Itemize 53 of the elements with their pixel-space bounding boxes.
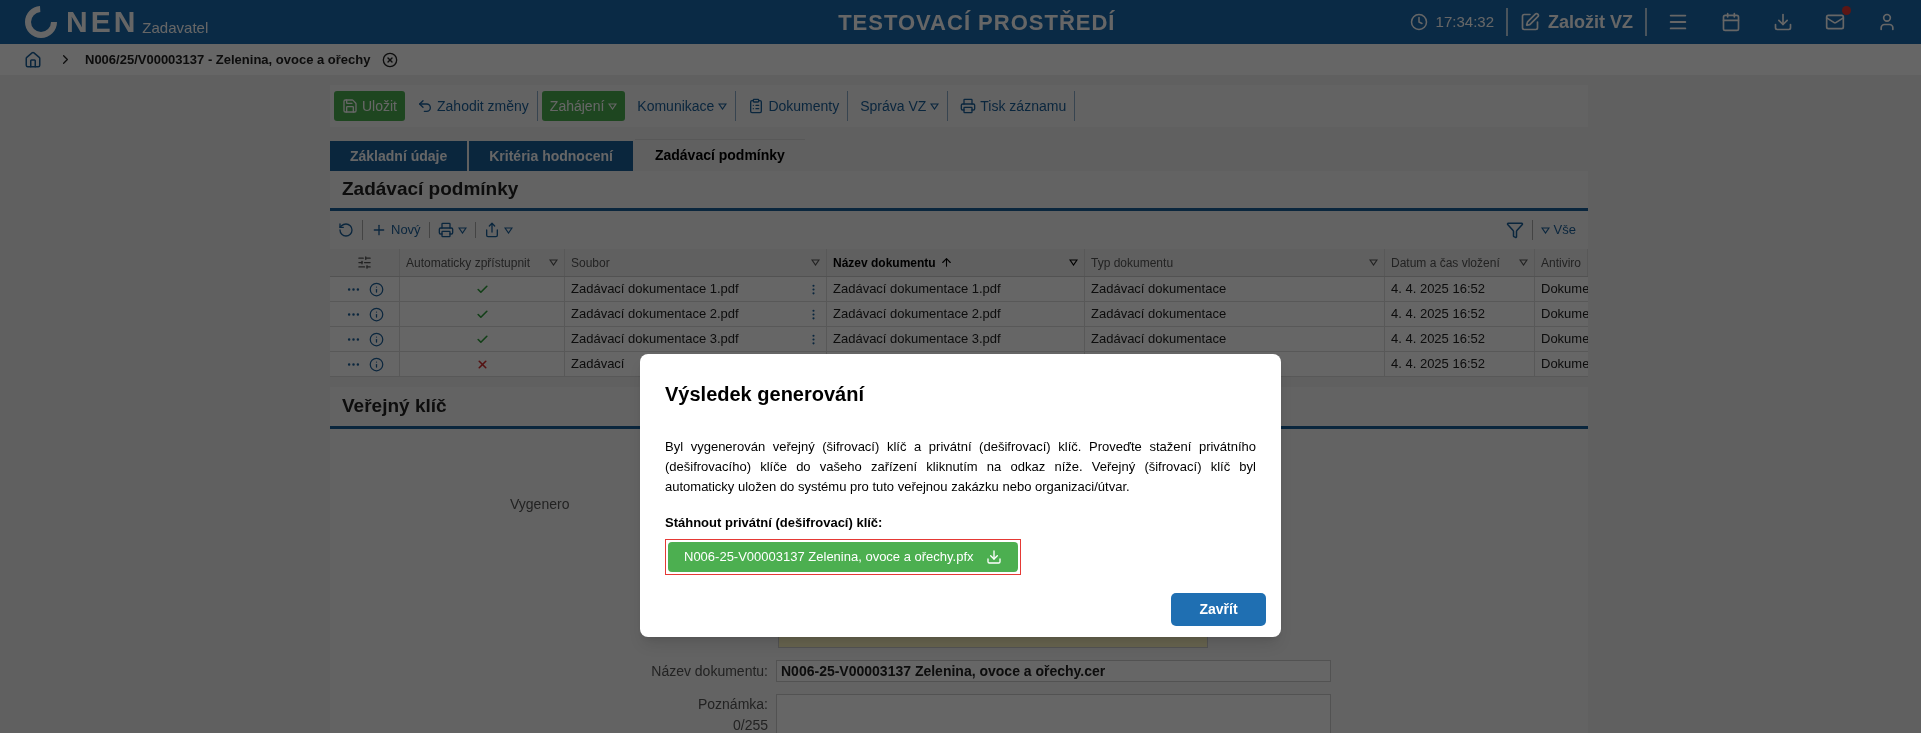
table-cell-text: 4. 4. 2025 16:52 bbox=[1391, 330, 1485, 349]
dialog-message: Byl vygenerován veřejný (šifrovací) klíč a privátní (dešifrovací) klíč. Proveďte stažení privátního (dešifrovacího) klíče do vašeho zařízení kliknutím na odkaz níže. Veřejný (šifrovací) klíč byl automaticky uložen do systému pro tuto veřejnou zakázku nebo organizaci/útvar. bbox=[665, 438, 1256, 496]
toolbar-button[interactable]: Dokumenty bbox=[740, 91, 849, 121]
table-cell-text: Zadávací dokumentace bbox=[1091, 330, 1227, 349]
toolbar-button[interactable]: Zahodit změny bbox=[409, 91, 538, 121]
table-cell-text: Zadávací dokumentace 3.pdf bbox=[571, 330, 739, 349]
field-label: Název dokumentu: bbox=[650, 661, 768, 681]
toolbar-button[interactable]: Komunikace bbox=[629, 91, 737, 121]
table-cell-text: 4. 4. 2025 16:52 bbox=[1391, 355, 1485, 374]
toolbar-button[interactable]: Uložit bbox=[334, 91, 405, 121]
table-cell-text: 4. 4. 2025 16:52 bbox=[1391, 280, 1485, 299]
download-button[interactable]: N006-25-V00003137 Zelenina, ovoce a ořechy.pfx bbox=[668, 541, 1018, 572]
column-header[interactable]: Soubor bbox=[565, 249, 827, 276]
tab[interactable]: Kritéria hodnocení bbox=[469, 141, 633, 171]
download-label: Stáhnout privátní (dešifrovací) klíč: bbox=[665, 514, 884, 532]
filter-button[interactable]: Vše bbox=[1531, 220, 1580, 240]
section-title: Zadávací podmínky bbox=[342, 177, 519, 202]
toolbar-button[interactable]: Tisk záznamu bbox=[952, 91, 1076, 121]
table-cell-text: Dokume bbox=[1541, 330, 1588, 349]
column-header[interactable]: Datum a čas vložení bbox=[1385, 249, 1535, 276]
table-cell-text: Dokume bbox=[1541, 280, 1588, 299]
breadcrumb-title[interactable]: N006/25/V00003137 - Zelenina, ovoce a ořechy bbox=[85, 49, 371, 70]
table-cell-text: Zadávací dokumentace bbox=[1091, 305, 1227, 324]
table-cell-text: Zadávací dokumentace 1.pdf bbox=[571, 280, 739, 299]
environment-title: TESTOVACÍ PROSTŘEDÍ bbox=[838, 8, 1116, 37]
character-counter: 0/255 bbox=[731, 716, 768, 733]
table-cell-text: Zadávací dokumentace bbox=[1091, 280, 1227, 299]
clock-time: 17:34:32 bbox=[1435, 8, 1508, 36]
toolbar-button[interactable]: Správa VZ bbox=[852, 91, 949, 121]
table-cell-text: Zadávací dokumentace 2.pdf bbox=[833, 305, 1001, 324]
toolbar-button[interactable]: Zahájení bbox=[541, 91, 626, 121]
column-header[interactable]: Název dokumentu bbox=[827, 249, 1085, 276]
column-header[interactable]: Antiviro bbox=[1535, 249, 1588, 276]
table-cell-text: Dokume bbox=[1541, 355, 1588, 374]
table-cell-text: Dokume bbox=[1541, 305, 1588, 324]
new-button[interactable]: Nový bbox=[362, 220, 421, 240]
table-cell-text: Zadávací bbox=[571, 355, 625, 374]
close-button[interactable]: Zavřít bbox=[1171, 592, 1266, 626]
table-cell-text: Zadávací dokumentace 1.pdf bbox=[833, 280, 1001, 299]
logo-subtitle: Zadavatel bbox=[142, 17, 209, 38]
table-cell-text: Zadávací dokumentace 3.pdf bbox=[833, 330, 1001, 349]
column-header[interactable]: Typ dokumentu bbox=[1085, 249, 1385, 276]
document-name-field[interactable]: N006-25-V00003137 Zelenina, ovoce a ořechy.cer bbox=[776, 660, 1331, 682]
table-cell-text: Zadávací dokumentace 2.pdf bbox=[571, 305, 739, 324]
field-label: Vygenero bbox=[510, 496, 570, 512]
logo-text: NEN bbox=[66, 7, 139, 37]
create-button[interactable]: Založit VZ bbox=[1508, 8, 1647, 36]
table-cell-text: 4. 4. 2025 16:52 bbox=[1391, 305, 1485, 324]
section-title: Veřejný klíč bbox=[342, 394, 447, 419]
field-label: Poznámka: bbox=[696, 695, 768, 714]
tab[interactable]: Základní údaje bbox=[330, 141, 468, 171]
column-header[interactable]: Automaticky zpřístupnit bbox=[400, 249, 565, 276]
dialog-title: Výsledek generování bbox=[665, 382, 866, 407]
